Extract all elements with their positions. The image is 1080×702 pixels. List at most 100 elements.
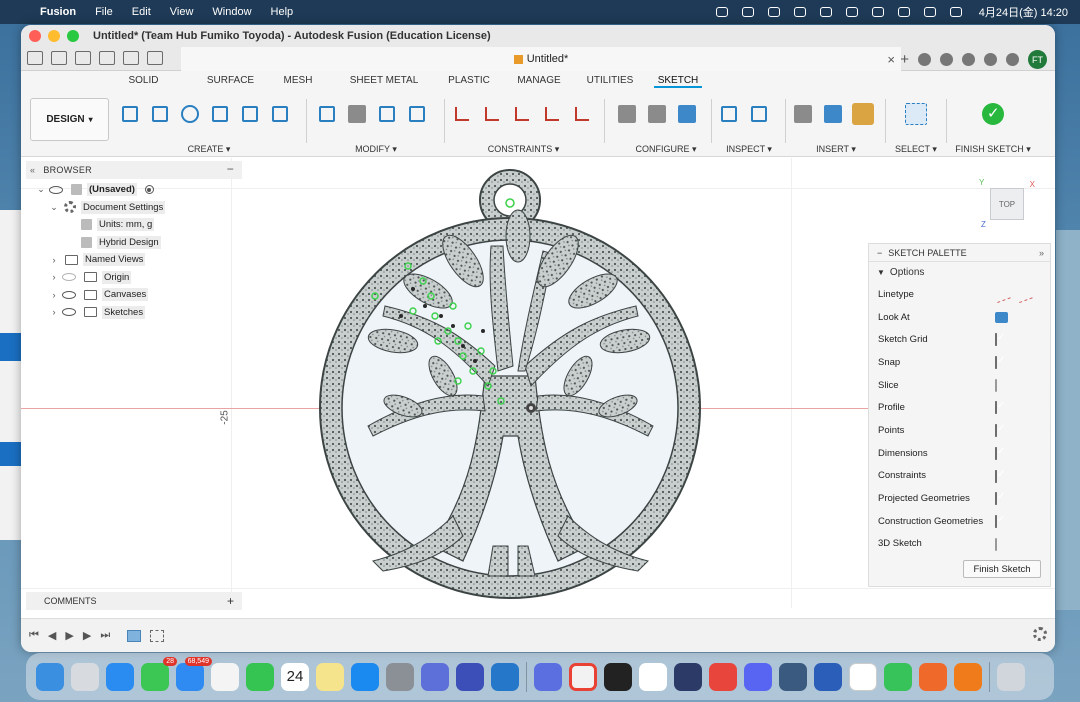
perpendicular-icon[interactable] [511,103,533,125]
chevron-down-icon[interactable]: ⌄ [49,202,59,213]
modify-group-label[interactable]: MODIFY ▾ [316,144,436,155]
look-at-icon[interactable] [995,311,1008,323]
help-icon[interactable] [1006,53,1019,66]
app-icon[interactable] [779,662,807,691]
viewcube-top-face[interactable]: TOP [990,188,1024,220]
select-group-label[interactable]: SELECT ▾ [891,144,941,155]
minimize-icon[interactable]: − [227,162,234,176]
numbers-icon[interactable] [884,662,912,691]
status-icon[interactable] [741,6,755,18]
menu-file[interactable]: File [95,6,113,18]
options-section-header[interactable]: ▼ Options [869,262,1050,283]
terminal-icon[interactable] [604,662,632,691]
tab-surface[interactable]: SURFACE [187,75,274,88]
messages-icon[interactable]: 28 [141,656,177,691]
slack-icon[interactable] [639,662,667,691]
browser-node-units[interactable]: Units: mm, g [26,216,242,234]
app-icon[interactable] [709,662,737,691]
checkbox[interactable] [995,424,997,438]
app-icon[interactable] [534,662,562,691]
inspect-icon[interactable] [748,103,770,125]
launchpad-icon[interactable] [71,662,99,691]
tree-of-life-pendant[interactable] [313,166,703,606]
redo-icon[interactable] [147,51,163,65]
curve-icon[interactable] [406,103,428,125]
menubar-clock[interactable]: 4月24日(金) 14:20 [979,4,1068,20]
sketch-palette-header[interactable]: − SKETCH PALETTE » [869,244,1050,262]
checkbox[interactable] [995,469,997,483]
simulator-icon[interactable] [421,662,449,691]
status-icon[interactable] [715,6,729,18]
battery-icon[interactable] [897,6,911,18]
add-comment-icon[interactable]: + [227,594,234,608]
menu-app-name[interactable]: Fusion [40,6,76,18]
construction-linetype-icon[interactable] [993,286,1011,304]
trim-icon[interactable] [346,103,368,125]
vscode-icon[interactable] [491,662,519,691]
menu-view[interactable]: View [170,6,194,18]
active-radio-icon[interactable] [144,185,154,195]
finish-sketch-button[interactable]: Finish Sketch [963,560,1041,578]
close-window-button[interactable] [29,30,41,42]
facetime-icon[interactable] [246,662,274,691]
eye-icon[interactable] [62,308,76,317]
status-icon[interactable] [793,6,807,18]
browser-node-root[interactable]: ⌄ (Unsaved) [26,181,242,199]
clock-icon[interactable] [962,53,975,66]
fillet-icon[interactable] [316,103,338,125]
safari-icon[interactable] [106,662,134,691]
expand-panel-icon[interactable]: » [1039,248,1044,258]
circle-icon[interactable] [179,103,201,125]
step-forward-icon[interactable]: ▶ [83,629,91,642]
sketch-feature-icon[interactable] [150,629,165,642]
browser-node-document-settings[interactable]: ⌄ Document Settings [26,199,242,217]
insert-group-label[interactable]: INSERT ▾ [792,144,880,155]
chevron-right-icon[interactable]: › [49,272,59,282]
notifications-icon[interactable] [984,53,997,66]
browser-node-named-views[interactable]: › Named Views [26,251,242,269]
wifi-icon[interactable] [871,6,885,18]
collapse-panel-icon[interactable]: « [30,165,35,175]
trash-icon[interactable] [997,662,1025,691]
tab-mesh[interactable]: MESH [277,75,319,88]
coincident-icon[interactable] [451,103,473,125]
checkbox[interactable] [995,333,997,347]
app-icon[interactable] [674,662,702,691]
dimension-icon[interactable] [269,103,291,125]
canvas-feature-icon[interactable] [127,629,142,642]
zoom-window-button[interactable] [67,30,79,42]
rectangle-icon[interactable] [149,103,171,125]
app-store-icon[interactable] [351,662,379,691]
checkbox[interactable] [995,537,997,551]
browser-node-canvases[interactable]: › Canvases [26,286,242,304]
word-icon[interactable] [814,662,842,691]
table-icon[interactable] [646,103,668,125]
system-settings-icon[interactable] [386,662,414,691]
tab-sheet-metal[interactable]: SHEET METAL [348,75,420,88]
tab-plastic[interactable]: PLASTIC [440,75,498,88]
equal-icon[interactable] [571,103,593,125]
document-tab[interactable]: Untitled* × [181,47,901,71]
chrome-icon[interactable] [569,662,597,691]
save-icon[interactable] [99,51,115,65]
browser-node-sketches[interactable]: › Sketches [26,304,242,322]
canvas-viewport[interactable]: -25 « BROWSER − ⌄ (Unsaved) ⌄ Document S… [21,158,1055,631]
close-icon[interactable]: × [887,52,895,67]
constraints-group-label[interactable]: CONSTRAINTS ▾ [451,144,596,155]
checkbox[interactable] [995,492,997,506]
new-tab-icon[interactable]: + [900,51,909,68]
chevron-right-icon[interactable]: › [49,290,59,300]
checkbox[interactable] [995,401,997,415]
checkbox[interactable] [995,446,997,460]
tangent-icon[interactable] [541,103,563,125]
browser-node-hybrid-design[interactable]: Hybrid Design [26,234,242,252]
view-cube[interactable]: Y X Z TOP [975,178,1035,229]
select-icon[interactable] [905,103,927,125]
mail-icon[interactable]: 68,549 [176,656,212,691]
notes-icon[interactable] [316,662,344,691]
menu-edit[interactable]: Edit [132,6,151,18]
workspace-switcher[interactable]: DESIGN ▾ [30,98,109,141]
eye-icon[interactable] [62,290,76,299]
checkmark-icon[interactable] [982,103,1004,125]
menu-help[interactable]: Help [271,6,294,18]
